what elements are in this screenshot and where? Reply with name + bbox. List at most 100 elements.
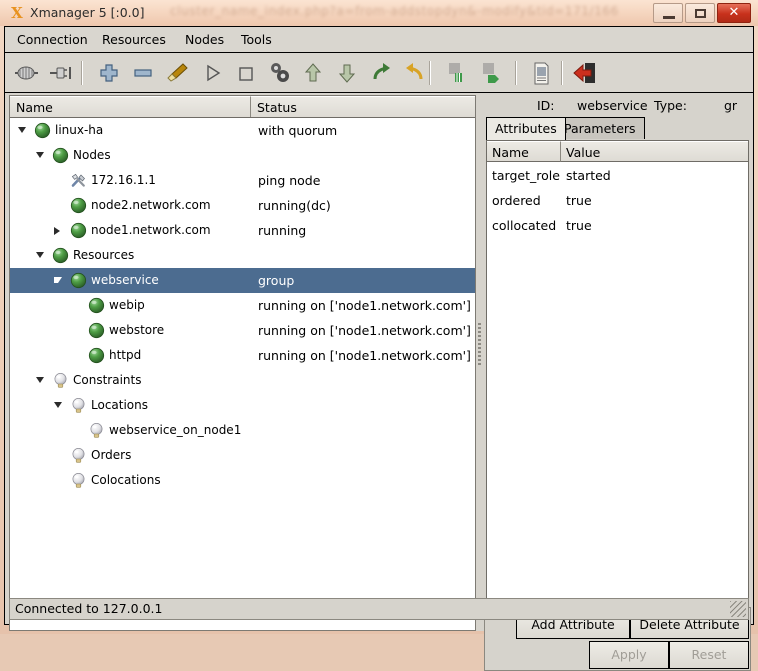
move-down-icon[interactable] xyxy=(333,59,361,87)
green-sphere-icon xyxy=(88,347,105,364)
xmanager-logo-icon: X xyxy=(11,4,23,22)
connect-icon[interactable] xyxy=(13,59,41,87)
menu-tools[interactable]: Tools xyxy=(235,31,278,49)
menu-connection[interactable]: Connection xyxy=(11,31,94,49)
tree-row[interactable]: Resources xyxy=(10,243,475,268)
apply-button[interactable]: Apply xyxy=(589,641,669,669)
tree-row[interactable]: Colocations xyxy=(10,468,475,493)
stop-icon[interactable] xyxy=(231,59,259,87)
tree-row[interactable]: httpd running on ['node1.network.com'] xyxy=(10,343,475,368)
disconnect-icon[interactable] xyxy=(47,59,75,87)
window-titlebar[interactable]: cluster_name_index.php?a=from-addstopdyn… xyxy=(0,0,758,26)
green-sphere-icon xyxy=(70,272,87,289)
cluster-tree-panel[interactable]: Name Status linux-ha with quorum Nodes 172.… xyxy=(9,95,476,631)
maximize-button[interactable] xyxy=(685,3,715,23)
remove-icon[interactable] xyxy=(129,59,157,87)
tree-item-status: ping node xyxy=(258,173,321,188)
green-sphere-icon xyxy=(70,222,87,239)
tree-item-label: webservice xyxy=(91,273,159,287)
tree-item-label: node1.network.com xyxy=(91,223,211,237)
toolbar-separator xyxy=(429,61,431,85)
application-window: Connection Resources Nodes Tools Name St… xyxy=(4,26,754,671)
chevron-down-icon[interactable] xyxy=(36,252,45,261)
standby-node-icon[interactable] xyxy=(443,59,471,87)
attr-column-value[interactable]: Value xyxy=(561,141,748,162)
tab-parameters[interactable]: Parameters xyxy=(555,117,645,139)
green-sphere-icon xyxy=(88,322,105,339)
chevron-down-icon[interactable] xyxy=(54,277,63,286)
tree-row[interactable]: Locations xyxy=(10,393,475,418)
tree-item-status: running xyxy=(258,223,307,238)
menu-bar: Connection Resources Nodes Tools xyxy=(5,27,753,53)
chevron-right-icon[interactable] xyxy=(54,227,63,236)
attr-column-name[interactable]: Name xyxy=(487,141,561,162)
attribute-value: true xyxy=(566,218,592,233)
tree-row[interactable]: webservice group xyxy=(10,268,475,293)
details-tabs: Attributes Parameters xyxy=(484,117,751,140)
tree-item-label: httpd xyxy=(109,348,142,362)
close-button[interactable]: ✕ xyxy=(717,3,751,23)
tree-item-label: linux-ha xyxy=(55,123,104,137)
tree-item-status: group xyxy=(258,273,295,288)
green-sphere-icon xyxy=(34,122,51,139)
expander-triangle xyxy=(54,277,62,283)
attributes-table-header: Name Value xyxy=(487,141,748,163)
undo-icon[interactable] xyxy=(401,59,429,87)
id-label: ID: xyxy=(537,98,555,113)
exit-icon[interactable] xyxy=(571,59,599,87)
tab-attributes[interactable]: Attributes xyxy=(486,117,566,140)
redo-icon[interactable] xyxy=(367,59,395,87)
cleanup-brush-icon[interactable] xyxy=(163,59,191,87)
tree-row[interactable]: webip running on ['node1.network.com'] xyxy=(10,293,475,318)
chevron-down-icon[interactable] xyxy=(18,127,27,136)
tree-row[interactable]: Constraints xyxy=(10,368,475,393)
expander-triangle xyxy=(36,377,44,383)
move-up-icon[interactable] xyxy=(299,59,327,87)
migrate-node-icon[interactable] xyxy=(477,59,505,87)
tree-item-label: Colocations xyxy=(91,473,161,487)
type-label: Type: xyxy=(654,98,687,113)
tree-row[interactable]: node1.network.com running xyxy=(10,218,475,243)
tree-item-label: Resources xyxy=(73,248,135,262)
toolbar-separator xyxy=(561,61,563,85)
manage-gears-icon[interactable] xyxy=(265,59,293,87)
tree-row[interactable]: webservice_on_node1 xyxy=(10,418,475,443)
resource-id-bar: ID: webservice Type: gr xyxy=(484,95,751,117)
attribute-name: target_role xyxy=(492,168,560,183)
menu-nodes[interactable]: Nodes xyxy=(179,31,230,49)
tree-row[interactable]: Orders xyxy=(10,443,475,468)
column-header-status[interactable]: Status xyxy=(251,96,475,117)
chevron-down-icon[interactable] xyxy=(54,402,63,411)
attribute-row[interactable]: collocated true xyxy=(487,213,748,238)
report-document-icon[interactable] xyxy=(527,59,555,87)
attribute-row[interactable]: target_role started xyxy=(487,163,748,188)
chevron-down-icon[interactable] xyxy=(36,377,45,386)
expander-triangle xyxy=(54,227,60,235)
minimize-icon xyxy=(663,16,675,19)
tree-row[interactable]: Nodes xyxy=(10,143,475,168)
tree-row[interactable]: 172.16.1.1 ping node xyxy=(10,168,475,193)
panel-splitter[interactable] xyxy=(476,95,484,631)
expander-triangle xyxy=(18,127,26,133)
tree-item-label: node2.network.com xyxy=(91,198,211,212)
chevron-down-icon[interactable] xyxy=(36,152,45,161)
tree-row[interactable]: webstore running on ['node1.network.com'] xyxy=(10,318,475,343)
tree-row[interactable]: linux-ha with quorum xyxy=(10,118,475,143)
attribute-row[interactable]: ordered true xyxy=(487,188,748,213)
start-icon[interactable] xyxy=(198,59,226,87)
expander-triangle xyxy=(36,252,44,258)
tree-item-status: running on ['node1.network.com'] xyxy=(258,323,471,338)
menu-resources[interactable]: Resources xyxy=(96,31,172,49)
attributes-table[interactable]: Name Value target_role started ordered true… xyxy=(486,140,749,605)
column-header-name[interactable]: Name xyxy=(10,96,251,117)
splitter-grip[interactable] xyxy=(478,323,481,367)
attribute-name: collocated xyxy=(492,218,557,233)
tree-item-label: Locations xyxy=(91,398,149,412)
resize-grip[interactable] xyxy=(730,601,746,617)
add-icon[interactable] xyxy=(95,59,123,87)
id-value: webservice xyxy=(577,98,648,113)
minimize-button[interactable] xyxy=(653,3,683,23)
close-icon: ✕ xyxy=(728,5,740,20)
tree-row[interactable]: node2.network.com running(dc) xyxy=(10,193,475,218)
reset-button[interactable]: Reset xyxy=(669,641,749,669)
